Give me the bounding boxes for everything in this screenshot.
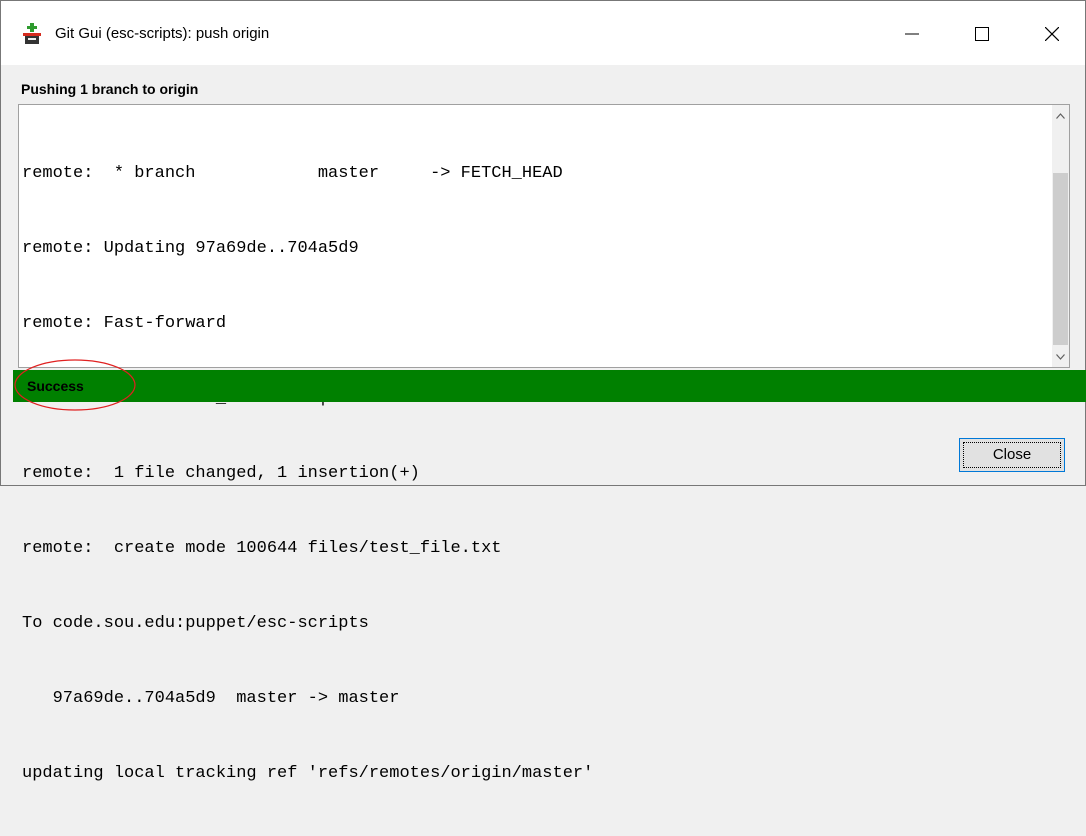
maximize-icon <box>975 27 989 41</box>
log-line: 97a69de..704a5d9 master -> master <box>22 689 400 708</box>
vertical-scrollbar[interactable] <box>1052 105 1069 367</box>
close-button[interactable]: Close <box>959 438 1065 472</box>
log-line: remote: * branch master -> FETCH_HEAD <box>22 164 563 183</box>
push-heading: Pushing 1 branch to origin <box>21 81 199 97</box>
minimize-icon <box>905 33 919 35</box>
title-bar[interactable]: Git Gui (esc-scripts): push origin <box>1 1 1085 65</box>
chevron-up-icon <box>1056 112 1065 119</box>
log-line: remote: create mode 100644 files/test_fi… <box>22 539 502 558</box>
log-line: remote: Updating 97a69de..704a5d9 <box>22 239 359 258</box>
close-icon <box>1045 27 1059 41</box>
log-line: remote: Fast-forward <box>22 314 227 333</box>
git-gui-icon <box>21 23 43 45</box>
status-text: Success <box>27 378 84 394</box>
scroll-thumb[interactable] <box>1053 173 1068 345</box>
log-lines: remote: * branch master -> FETCH_HEAD re… <box>22 111 1042 836</box>
log-line: To code.sou.edu:puppet/esc-scripts <box>22 614 369 633</box>
close-button-label: Close <box>992 446 1032 463</box>
window-title: Git Gui (esc-scripts): push origin <box>55 25 270 42</box>
window-close-button[interactable] <box>1029 11 1075 57</box>
scroll-down-button[interactable] <box>1052 348 1069 365</box>
chevron-down-icon <box>1056 353 1065 360</box>
minimize-button[interactable] <box>889 11 935 57</box>
status-bar: Success <box>13 370 1086 402</box>
maximize-button[interactable] <box>959 11 1005 57</box>
log-line: remote: 1 file changed, 1 insertion(+) <box>22 464 420 483</box>
push-output-log[interactable]: remote: * branch master -> FETCH_HEAD re… <box>18 104 1070 783</box>
push-dialog-window: Git Gui (esc-scripts): push origin Pushi… <box>0 0 1086 783</box>
scroll-up-button[interactable] <box>1052 107 1069 124</box>
log-line: updating local tracking ref 'refs/remote… <box>22 764 594 783</box>
